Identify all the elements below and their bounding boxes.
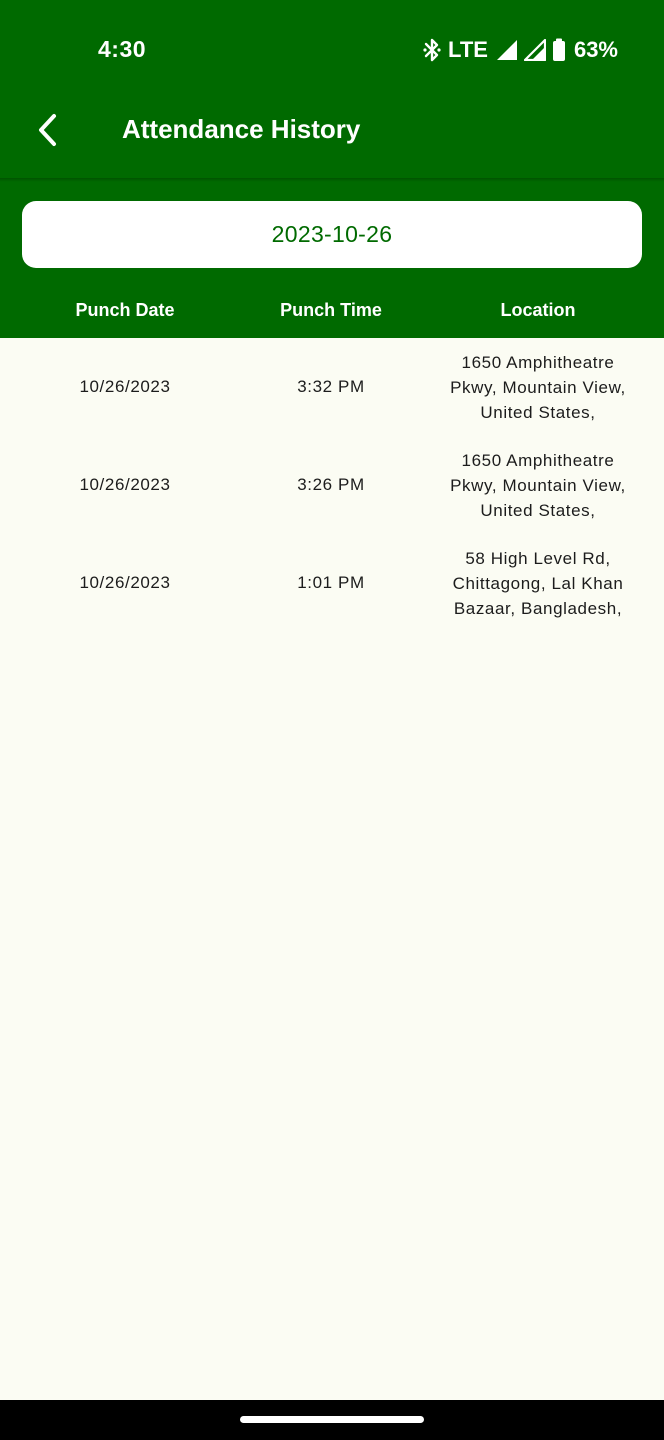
location-cell: 1650 Amphitheatre Pkwy, Mountain View, U… [450, 352, 626, 422]
page-title: Attendance History [122, 114, 361, 144]
home-gesture-handle[interactable] [240, 1416, 424, 1423]
column-header-location: Location [500, 300, 576, 320]
punch-date-cell: 10/26/2023 [79, 573, 171, 592]
status-bar: 4:30 LTE 63% [0, 0, 664, 100]
selected-date: 2023-10-26 [271, 221, 393, 247]
table-row: 10/26/2023 3:32 PM 1650 Amphitheatre Pkw… [0, 338, 664, 436]
battery-percentage: 63% [573, 37, 618, 62]
location-cell: 1650 Amphitheatre Pkwy, Mountain View, U… [450, 450, 626, 520]
punch-date-cell: 10/26/2023 [79, 377, 171, 396]
date-picker-button[interactable]: 2023-10-26 [22, 201, 642, 268]
header-panel: 4:30 LTE 63% Attendance History 2023-10-… [0, 0, 664, 338]
punch-time-cell: 3:26 PM [297, 475, 365, 494]
chevron-left-icon [34, 112, 62, 153]
table-header: Punch Date Punch Time Location [0, 290, 664, 338]
battery-icon [552, 38, 566, 62]
app-bar: Attendance History [0, 100, 664, 178]
punch-date-cell: 10/26/2023 [79, 475, 171, 494]
attendance-list: 10/26/2023 3:32 PM 1650 Amphitheatre Pkw… [0, 338, 664, 632]
system-navigation-bar [0, 1400, 664, 1440]
back-button[interactable] [26, 110, 70, 154]
punch-time-cell: 3:32 PM [297, 377, 365, 396]
column-header-punch-time: Punch Time [280, 300, 382, 320]
network-type-label: LTE [448, 37, 488, 62]
location-cell: 58 High Level Rd, Chittagong, Lal Khan B… [452, 548, 624, 618]
column-header-punch-date: Punch Date [75, 300, 175, 320]
app-bar-divider [0, 178, 664, 182]
signal-icon [496, 39, 518, 61]
status-indicators: LTE 63% [422, 36, 618, 64]
status-time: 4:30 [98, 36, 147, 62]
bluetooth-icon [422, 38, 442, 62]
punch-time-cell: 1:01 PM [297, 573, 365, 592]
signal-icon [523, 39, 546, 61]
table-row: 10/26/2023 3:26 PM 1650 Amphitheatre Pkw… [0, 436, 664, 534]
table-row: 10/26/2023 1:01 PM 58 High Level Rd, Chi… [0, 534, 664, 632]
